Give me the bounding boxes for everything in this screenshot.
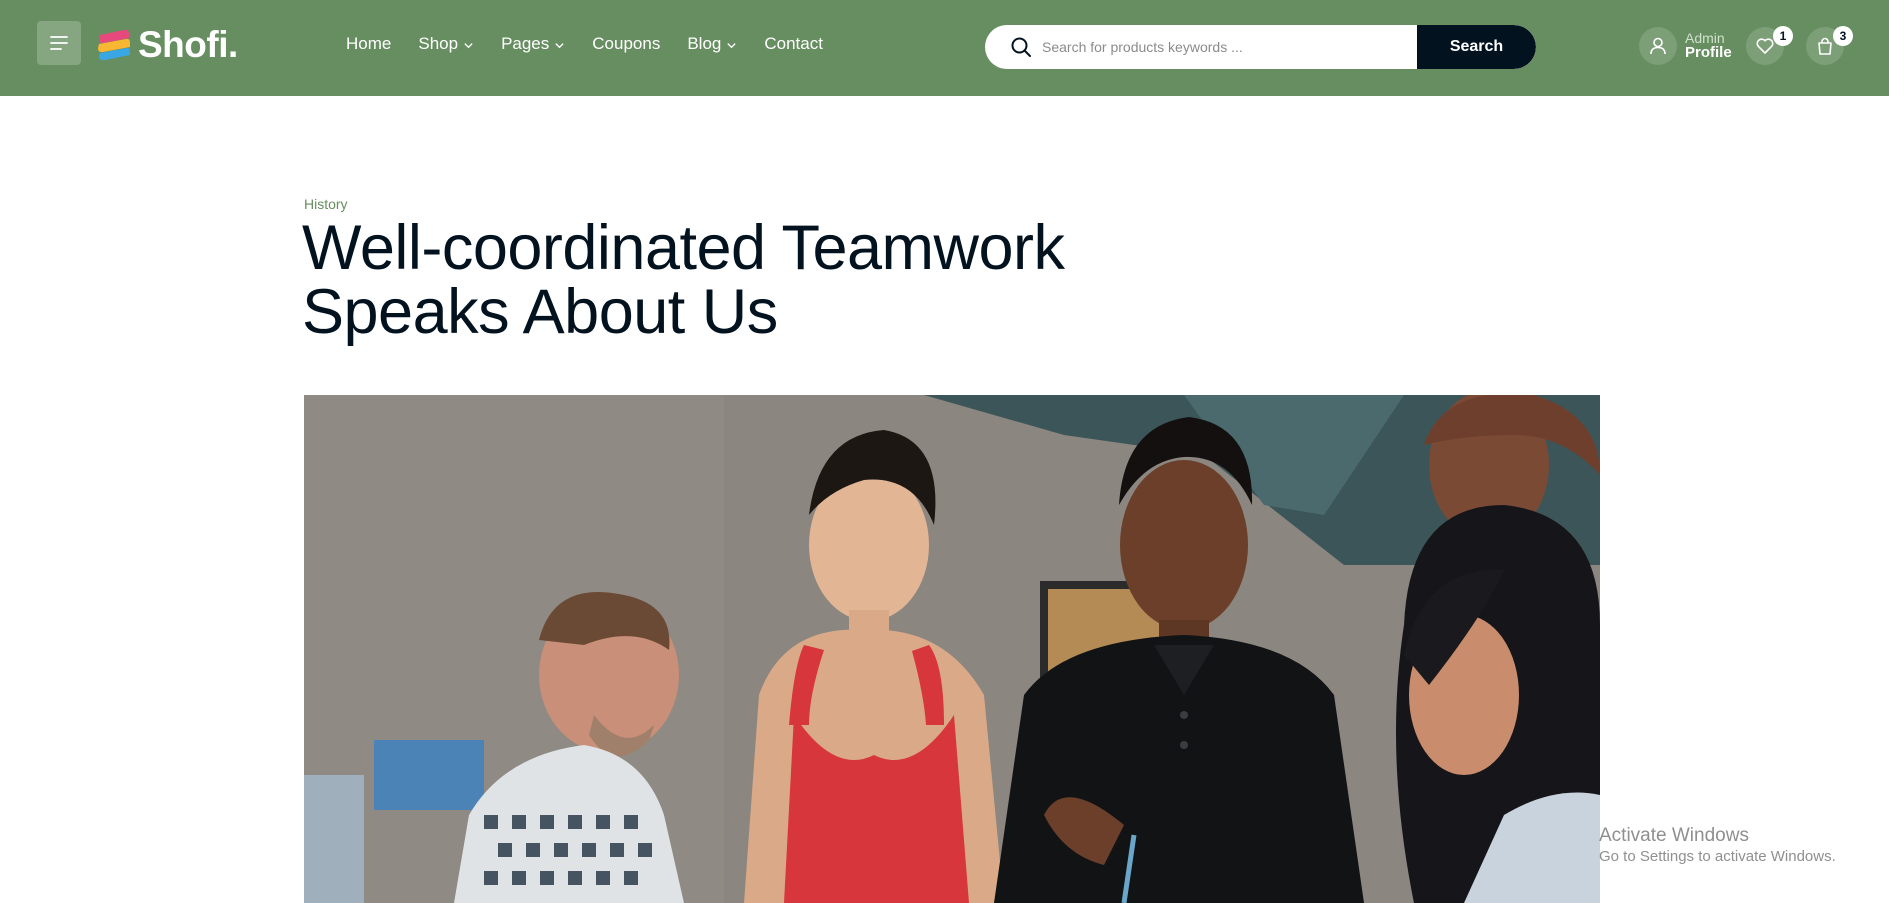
profile-link[interactable]: Admin Profile [1639,27,1732,65]
nav-item-coupons[interactable]: Coupons [592,34,660,54]
hamburger-icon [50,36,68,50]
watermark-title: Activate Windows [1599,825,1749,846]
shopping-bag-icon [1818,37,1832,55]
search-icon [1011,37,1031,57]
site-header: Shofi. Home Shop Pages Coupons Blog Cont… [0,0,1889,96]
nav-item-label: Coupons [592,34,661,53]
logo-text: Shofi. [138,24,238,65]
menu-toggle-button[interactable] [37,21,81,65]
post-featured-image [304,395,1600,903]
cart-count-badge: 3 [1833,26,1853,46]
search-input[interactable] [1042,25,1402,69]
cart-button[interactable]: 3 [1806,26,1853,65]
avatar [1639,27,1677,65]
chevron-down-icon [555,42,564,48]
nav-item-shop[interactable]: Shop [418,34,474,54]
wishlist-count-badge: 1 [1773,26,1793,46]
nav-item-label: Contact [764,34,823,53]
profile-text: Admin Profile [1685,31,1732,61]
post-title: Well-coordinated Teamwork Speaks About U… [302,213,1065,347]
profile-label: Profile [1685,44,1732,62]
nav-item-contact[interactable]: Contact [764,34,823,54]
team-photo-illustration [304,395,1600,903]
nav-item-home[interactable]: Home [346,34,391,54]
nav-item-label: Home [346,34,392,53]
nav-item-pages[interactable]: Pages [501,34,565,54]
search-button[interactable]: Search [1417,25,1536,69]
nav-item-label: Shop [418,34,459,53]
logo-mark-icon [98,29,130,60]
site-logo[interactable]: Shofi. [96,26,238,63]
watermark-subtitle: Go to Settings to activate Windows. [1599,847,1836,865]
user-icon [1650,37,1666,55]
heart-icon [1756,38,1774,54]
main-nav: Home Shop Pages Coupons Blog Contact [346,34,850,54]
chevron-down-icon [464,42,473,48]
search-bar: Search [985,25,1536,69]
profile-greeting: Admin [1685,29,1725,46]
windows-activation-watermark: Activate Windows Go to Settings to activ… [1599,824,1836,867]
nav-item-label: Pages [501,34,550,53]
chevron-down-icon [727,42,737,48]
nav-item-label: Blog [687,34,722,53]
wishlist-button[interactable]: 1 [1746,26,1793,65]
nav-item-blog[interactable]: Blog [687,34,737,54]
post-category-link[interactable]: History [304,196,348,212]
